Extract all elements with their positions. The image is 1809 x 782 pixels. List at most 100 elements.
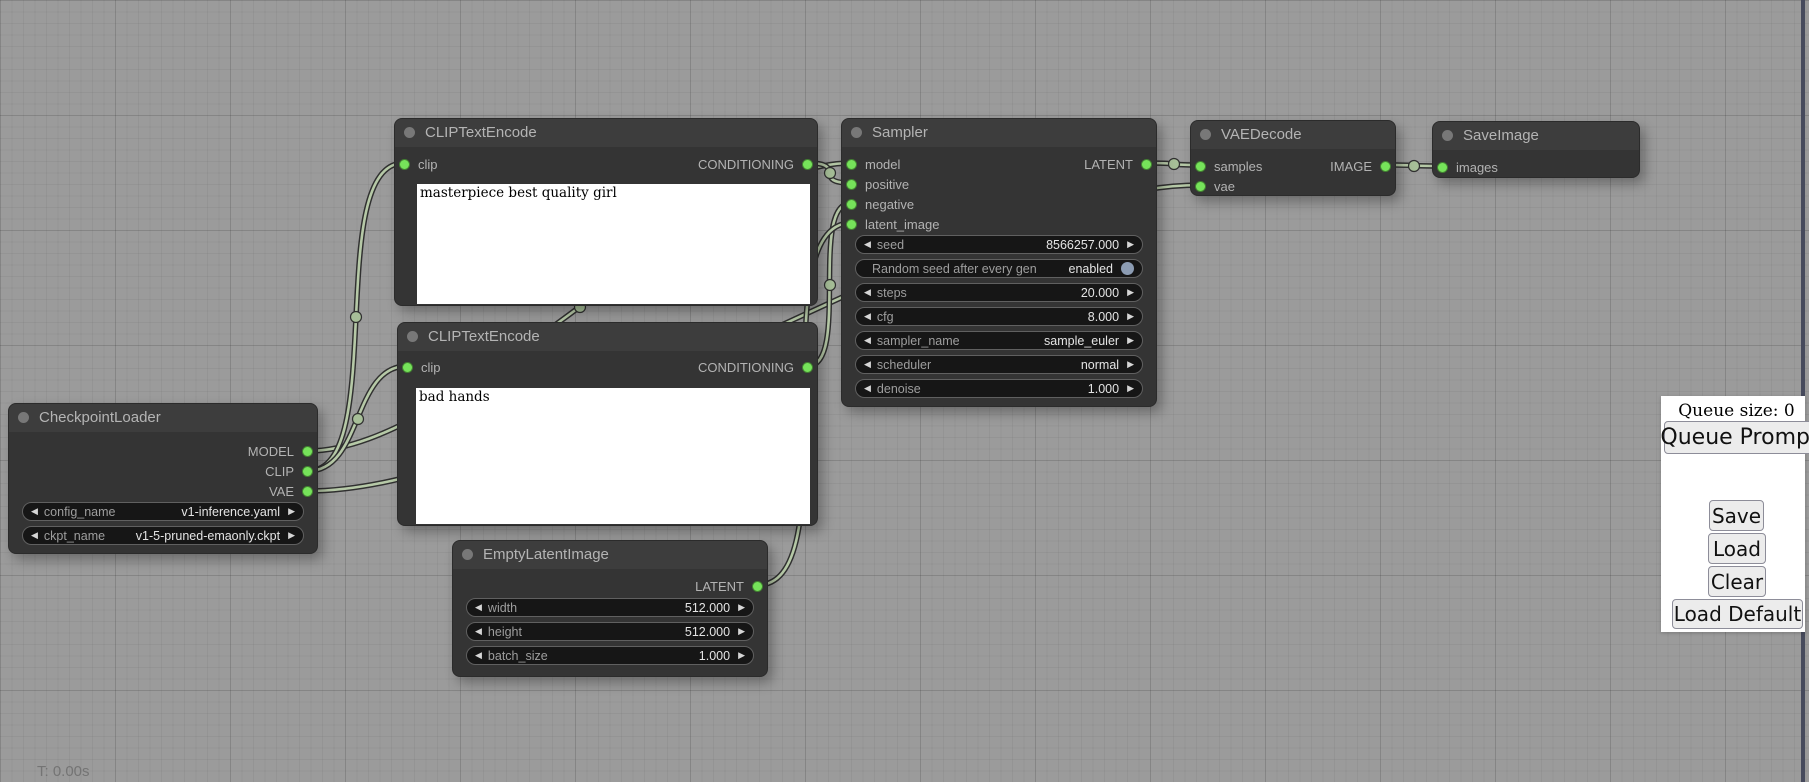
port-output-vae[interactable]: VAE — [269, 483, 313, 499]
widget-batch-size[interactable]: ◀ batch_size 1.000 ▶ — [466, 646, 754, 665]
port-dot-icon[interactable] — [752, 581, 763, 592]
port-dot-icon[interactable] — [302, 466, 313, 477]
port-output-image[interactable]: IMAGE — [1330, 158, 1391, 174]
port-label: model — [865, 157, 900, 172]
node-header[interactable]: SaveImage — [1433, 122, 1639, 150]
port-dot-icon[interactable] — [1195, 161, 1206, 172]
port-input-negative[interactable]: negative — [846, 196, 914, 212]
widget-increment-icon[interactable]: ▶ — [1127, 240, 1134, 249]
clear-button[interactable]: Clear — [1708, 566, 1766, 597]
port-dot-icon[interactable] — [802, 362, 813, 373]
widget-config-name[interactable]: ◀ config_name v1-inference.yaml ▶ — [22, 502, 304, 521]
node-vaedecode[interactable]: VAEDecode samples vae IMAGE — [1190, 120, 1396, 196]
widget-decrement-icon[interactable]: ◀ — [864, 360, 871, 369]
port-dot-icon[interactable] — [1437, 162, 1448, 173]
node-header[interactable]: EmptyLatentImage — [453, 541, 767, 569]
node-header[interactable]: VAEDecode — [1191, 121, 1395, 149]
widget-decrement-icon[interactable]: ◀ — [475, 651, 482, 660]
widget-increment-icon[interactable]: ▶ — [1127, 360, 1134, 369]
load-button[interactable]: Load — [1708, 533, 1766, 564]
collapse-dot-icon[interactable] — [404, 127, 415, 138]
widget-decrement-icon[interactable]: ◀ — [475, 627, 482, 636]
port-dot-icon[interactable] — [1380, 161, 1391, 172]
collapse-dot-icon[interactable] — [851, 127, 862, 138]
widget-decrement-icon[interactable]: ◀ — [864, 336, 871, 345]
widget-decrement-icon[interactable]: ◀ — [31, 507, 38, 516]
widget-increment-icon[interactable]: ▶ — [1127, 288, 1134, 297]
widget-decrement-icon[interactable]: ◀ — [475, 603, 482, 612]
widget-denoise[interactable]: ◀ denoise 1.000 ▶ — [855, 379, 1143, 398]
widget-increment-icon[interactable]: ▶ — [738, 603, 745, 612]
widget-decrement-icon[interactable]: ◀ — [31, 531, 38, 540]
collapse-dot-icon[interactable] — [407, 331, 418, 342]
port-input-positive[interactable]: positive — [846, 176, 909, 192]
port-input-latent-image[interactable]: latent_image — [846, 216, 939, 232]
widget-cfg[interactable]: ◀ cfg 8.000 ▶ — [855, 307, 1143, 326]
node-checkpointloader[interactable]: CheckpointLoader MODEL CLIP VAE ◀ config… — [8, 403, 318, 554]
port-output-model[interactable]: MODEL — [248, 443, 313, 459]
widget-sampler-name[interactable]: ◀ sampler_name sample_euler ▶ — [855, 331, 1143, 350]
port-label: vae — [1214, 179, 1235, 194]
port-input-vae[interactable]: vae — [1195, 178, 1235, 194]
port-dot-icon[interactable] — [399, 159, 410, 170]
widget-scheduler[interactable]: ◀ scheduler normal ▶ — [855, 355, 1143, 374]
port-input-clip[interactable]: clip — [399, 156, 438, 172]
port-dot-icon[interactable] — [1141, 159, 1152, 170]
widget-increment-icon[interactable]: ▶ — [1127, 384, 1134, 393]
load-default-button[interactable]: Load Default — [1672, 599, 1803, 629]
port-dot-icon[interactable] — [402, 362, 413, 373]
node-cliptextencode-positive[interactable]: CLIPTextEncode clip CONDITIONING masterp… — [394, 118, 818, 306]
collapse-dot-icon[interactable] — [1442, 130, 1453, 141]
node-emptylatentimage[interactable]: EmptyLatentImage LATENT ◀ width 512.000 … — [452, 540, 768, 677]
queue-prompt-button[interactable]: Queue Prompt — [1664, 421, 1809, 454]
node-sampler[interactable]: Sampler model positive negative latent_i… — [841, 118, 1157, 407]
widget-width[interactable]: ◀ width 512.000 ▶ — [466, 598, 754, 617]
node-header[interactable]: Sampler — [842, 119, 1156, 147]
node-graph-canvas[interactable]: CheckpointLoader MODEL CLIP VAE ◀ config… — [0, 0, 1809, 782]
widget-increment-icon[interactable]: ▶ — [738, 651, 745, 660]
port-dot-icon[interactable] — [846, 179, 857, 190]
widget-increment-icon[interactable]: ▶ — [738, 627, 745, 636]
collapse-dot-icon[interactable] — [18, 412, 29, 423]
widget-decrement-icon[interactable]: ◀ — [864, 240, 871, 249]
node-cliptextencode-negative[interactable]: CLIPTextEncode clip CONDITIONING bad han… — [397, 322, 818, 526]
node-saveimage[interactable]: SaveImage images — [1432, 121, 1640, 178]
node-header[interactable]: CLIPTextEncode — [395, 119, 817, 147]
port-output-clip[interactable]: CLIP — [265, 463, 313, 479]
port-dot-icon[interactable] — [1195, 181, 1206, 192]
widget-random-seed-toggle[interactable]: Random seed after every gen enabled — [855, 259, 1143, 278]
port-input-images[interactable]: images — [1437, 159, 1498, 175]
port-input-model[interactable]: model — [846, 156, 900, 172]
node-header[interactable]: CheckpointLoader — [9, 404, 317, 432]
port-dot-icon[interactable] — [302, 446, 313, 457]
port-dot-icon[interactable] — [846, 199, 857, 210]
widget-decrement-icon[interactable]: ◀ — [864, 384, 871, 393]
collapse-dot-icon[interactable] — [462, 549, 473, 560]
widget-increment-icon[interactable]: ▶ — [288, 507, 295, 516]
widget-increment-icon[interactable]: ▶ — [288, 531, 295, 540]
port-dot-icon[interactable] — [302, 486, 313, 497]
collapse-dot-icon[interactable] — [1200, 129, 1211, 140]
node-header[interactable]: CLIPTextEncode — [398, 323, 817, 351]
widget-decrement-icon[interactable]: ◀ — [864, 288, 871, 297]
port-dot-icon[interactable] — [802, 159, 813, 170]
port-output-latent[interactable]: LATENT — [695, 578, 763, 594]
widget-seed[interactable]: ◀ seed 8566257.000 ▶ — [855, 235, 1143, 254]
widget-height[interactable]: ◀ height 512.000 ▶ — [466, 622, 754, 641]
widget-increment-icon[interactable]: ▶ — [1127, 336, 1134, 345]
port-dot-icon[interactable] — [846, 219, 857, 230]
port-output-conditioning[interactable]: CONDITIONING — [698, 156, 813, 172]
widget-steps[interactable]: ◀ steps 20.000 ▶ — [855, 283, 1143, 302]
toggle-on-icon[interactable] — [1121, 262, 1134, 275]
port-output-latent[interactable]: LATENT — [1084, 156, 1152, 172]
positive-prompt-textarea[interactable]: masterpiece best quality girl — [417, 184, 810, 304]
port-output-conditioning[interactable]: CONDITIONING — [698, 359, 813, 375]
widget-ckpt-name[interactable]: ◀ ckpt_name v1-5-pruned-emaonly.ckpt ▶ — [22, 526, 304, 545]
port-input-clip[interactable]: clip — [402, 359, 441, 375]
save-button[interactable]: Save — [1709, 500, 1764, 531]
widget-increment-icon[interactable]: ▶ — [1127, 312, 1134, 321]
widget-decrement-icon[interactable]: ◀ — [864, 312, 871, 321]
port-input-samples[interactable]: samples — [1195, 158, 1262, 174]
negative-prompt-textarea[interactable]: bad hands — [416, 388, 810, 524]
port-dot-icon[interactable] — [846, 159, 857, 170]
